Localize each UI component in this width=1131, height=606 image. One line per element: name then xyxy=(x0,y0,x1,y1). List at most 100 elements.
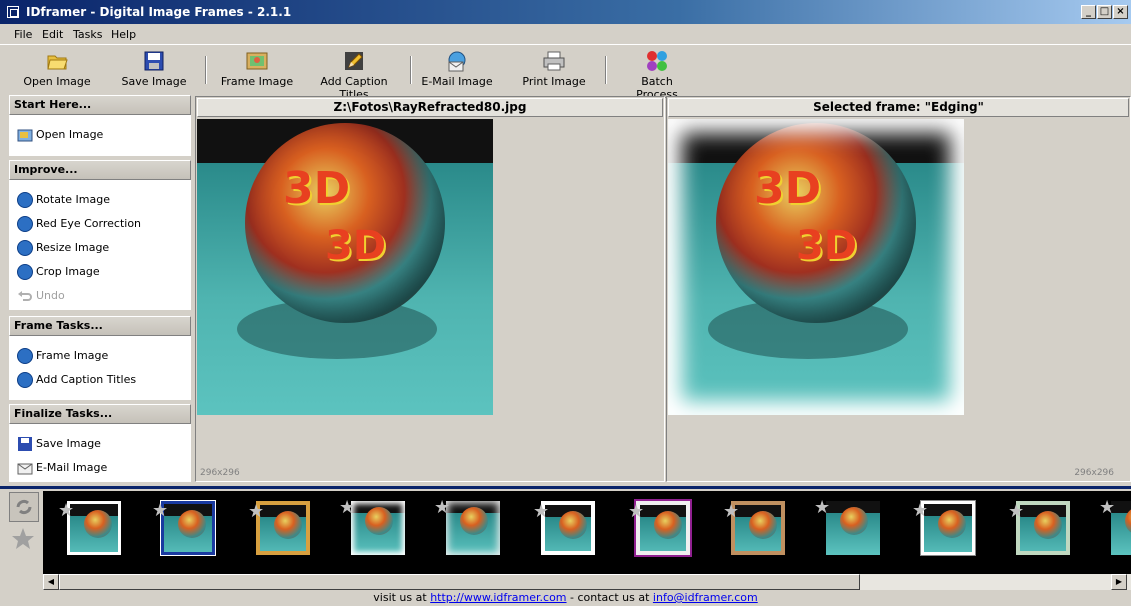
contact-email-link[interactable]: info@idframer.com xyxy=(653,591,758,604)
frame-thumbnail[interactable]: ★ xyxy=(814,499,880,555)
print-image-button[interactable]: Print Image xyxy=(518,50,590,90)
task-save-image[interactable]: Save Image xyxy=(17,436,101,454)
finalize-tasks-header: Finalize Tasks... xyxy=(9,404,191,424)
printer-icon xyxy=(543,50,565,72)
toolbar-separator xyxy=(605,56,607,84)
scroll-thumb[interactable] xyxy=(59,574,860,590)
star-icon[interactable]: ★ xyxy=(339,499,355,517)
frame-thumbnail[interactable]: ★ xyxy=(1008,501,1070,555)
star-icon[interactable]: ★ xyxy=(628,503,644,521)
menu-file[interactable]: File xyxy=(14,28,32,41)
scroll-right-button[interactable]: ▶ xyxy=(1111,574,1127,590)
finalize-tasks-section: Save Image E-Mail Image xyxy=(9,424,191,482)
frame-thumbnails: ★ ★ ★ ★ ★ ★ ★ ★ ★ ★ ★ ★ xyxy=(43,491,1131,574)
task-undo[interactable]: Undo xyxy=(17,288,65,306)
refresh-button[interactable] xyxy=(9,492,39,522)
frame-icon xyxy=(17,348,33,364)
frame-thumbnail[interactable]: ★ xyxy=(58,501,121,555)
task-crop-image[interactable]: Crop Image xyxy=(17,264,100,282)
status-middle: - contact us at xyxy=(570,591,650,604)
maximize-button[interactable]: □ xyxy=(1097,5,1112,19)
website-link[interactable]: http://www.idframer.com xyxy=(430,591,566,604)
folder-open-icon xyxy=(46,50,68,72)
task-frame-image[interactable]: Frame Image xyxy=(17,348,108,366)
original-image[interactable] xyxy=(197,119,493,415)
frame-thumbnail[interactable]: ★ xyxy=(723,501,785,555)
task-add-caption-label: Add Caption Titles xyxy=(36,373,137,386)
star-icon[interactable]: ★ xyxy=(434,499,450,517)
framed-picture-icon xyxy=(246,50,268,72)
star-icon[interactable]: ★ xyxy=(58,502,74,520)
close-button[interactable]: × xyxy=(1113,5,1128,19)
add-caption-titles-button[interactable]: Add Caption Titles xyxy=(306,50,402,101)
resize-icon xyxy=(17,240,33,256)
frame-tasks-section: Frame Image Add Caption Titles xyxy=(9,336,191,400)
task-rotate-image[interactable]: Rotate Image xyxy=(17,192,110,210)
crop-icon xyxy=(17,264,33,280)
batch-process-button[interactable]: Batch Process xyxy=(620,50,694,101)
star-icon[interactable]: ★ xyxy=(152,502,168,520)
eye-icon xyxy=(17,216,33,232)
frame-tasks-header: Frame Tasks... xyxy=(9,316,191,336)
frame-thumbnail[interactable]: ★ xyxy=(248,501,310,555)
filmstrip-scrollbar[interactable]: ◀ ▶ xyxy=(43,574,1131,590)
star-icon[interactable]: ★ xyxy=(533,503,549,521)
menu-tasks[interactable]: Tasks xyxy=(73,28,102,41)
app-icon xyxy=(7,6,19,18)
preview-dimensions: 296x296 xyxy=(1074,468,1114,478)
minimize-button[interactable]: _ xyxy=(1081,5,1096,19)
star-icon xyxy=(12,528,34,549)
filmstrip-sidebar xyxy=(5,489,43,589)
improve-header: Improve... xyxy=(9,160,191,180)
task-rotate-image-label: Rotate Image xyxy=(36,193,110,206)
task-resize-image[interactable]: Resize Image xyxy=(17,240,109,258)
scroll-left-button[interactable]: ◀ xyxy=(43,574,59,590)
refresh-icon xyxy=(16,499,32,515)
improve-section: Rotate Image Red Eye Correction Resize I… xyxy=(9,180,191,310)
print-image-label: Print Image xyxy=(522,75,586,88)
frame-thumbnail[interactable]: ★ xyxy=(533,501,595,555)
open-image-button[interactable]: Open Image xyxy=(20,50,94,90)
save-icon xyxy=(17,436,33,452)
original-dimensions: 296x296 xyxy=(200,468,240,478)
frame-thumbnail[interactable]: ★ xyxy=(1099,499,1131,555)
menu-help[interactable]: Help xyxy=(111,28,136,41)
frame-thumbnail[interactable]: ★ xyxy=(434,499,500,555)
star-icon[interactable]: ★ xyxy=(912,502,928,520)
start-here-section: Open Image xyxy=(9,115,191,156)
frame-thumbnail[interactable]: ★ xyxy=(339,499,405,555)
menu-edit[interactable]: Edit xyxy=(42,28,63,41)
task-open-image[interactable]: Open Image xyxy=(17,127,103,145)
save-image-label: Save Image xyxy=(121,75,187,88)
open-image-icon xyxy=(17,127,33,143)
caption-a-icon xyxy=(17,372,33,388)
toolbar-separator xyxy=(205,56,207,84)
star-icon[interactable]: ★ xyxy=(248,503,264,521)
favorites-button[interactable] xyxy=(9,525,39,555)
frame-image-button[interactable]: Frame Image xyxy=(220,50,294,90)
floppy-disk-icon xyxy=(143,50,165,72)
batch-circles-icon xyxy=(646,50,668,72)
task-email-image-label: E-Mail Image xyxy=(36,461,108,474)
email-image-button[interactable]: E-Mail Image xyxy=(420,50,494,90)
title-bar: IDframer - Digital Image Frames - 2.1.1 … xyxy=(0,0,1131,24)
rotate-icon xyxy=(17,192,33,208)
task-red-eye-correction[interactable]: Red Eye Correction xyxy=(17,216,141,234)
task-add-caption-titles[interactable]: Add Caption Titles xyxy=(17,372,136,390)
frame-thumbnail[interactable]: ★ xyxy=(152,500,216,556)
framed-preview-image[interactable] xyxy=(668,119,964,415)
undo-icon xyxy=(17,288,33,304)
star-icon[interactable]: ★ xyxy=(1008,503,1024,521)
menu-bar: File Edit Tasks Help xyxy=(0,24,1131,45)
start-here-header: Start Here... xyxy=(9,95,191,115)
frame-thumbnail[interactable]: ★ xyxy=(912,500,976,556)
frame-thumbnail[interactable]: ★ xyxy=(628,499,692,557)
frame-image-label: Frame Image xyxy=(220,75,294,88)
envelope-icon xyxy=(17,460,33,476)
star-icon[interactable]: ★ xyxy=(723,503,739,521)
task-email-image[interactable]: E-Mail Image xyxy=(17,460,107,478)
frame-filmstrip: ★ ★ ★ ★ ★ ★ ★ ★ ★ ★ ★ ★ ◀ ▶ xyxy=(0,486,1131,590)
star-icon[interactable]: ★ xyxy=(814,499,830,517)
star-icon[interactable]: ★ xyxy=(1099,499,1115,517)
save-image-button[interactable]: Save Image xyxy=(118,50,190,90)
